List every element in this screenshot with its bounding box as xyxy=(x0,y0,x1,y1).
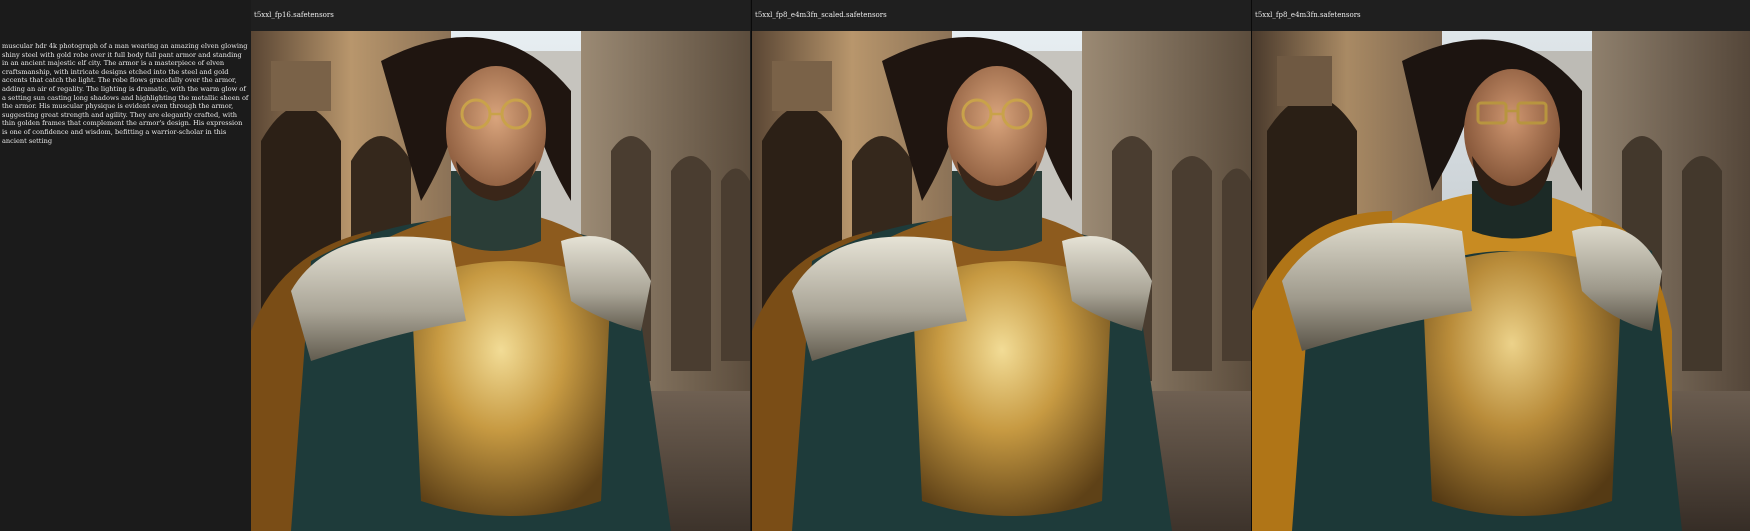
warrior-portrait-image xyxy=(752,31,1251,531)
column-header: t5xxl_fp8_e4m3fn_scaled.safetensors xyxy=(752,0,1251,31)
prompt-panel: muscular hdr 4k photograph of a man wear… xyxy=(0,0,251,531)
generated-image[interactable] xyxy=(1252,31,1750,531)
comparison-grid: muscular hdr 4k photograph of a man wear… xyxy=(0,0,1750,531)
comparison-column-fp16: t5xxl_fp16.safetensors xyxy=(251,0,750,531)
column-header: t5xxl_fp16.safetensors xyxy=(251,0,750,31)
column-title: t5xxl_fp16.safetensors xyxy=(254,11,334,19)
column-header: t5xxl_fp8_e4m3fn.safetensors xyxy=(1252,0,1750,31)
comparison-column-fp8: t5xxl_fp8_e4m3fn.safetensors xyxy=(1251,0,1750,531)
generated-image[interactable] xyxy=(752,31,1251,531)
comparison-column-fp8-scaled: t5xxl_fp8_e4m3fn_scaled.safetensors xyxy=(751,0,1251,531)
warrior-portrait-image xyxy=(251,31,750,531)
generated-image[interactable] xyxy=(251,31,750,531)
column-title: t5xxl_fp8_e4m3fn_scaled.safetensors xyxy=(755,11,887,19)
column-title: t5xxl_fp8_e4m3fn.safetensors xyxy=(1255,11,1361,19)
warrior-portrait-image xyxy=(1252,31,1750,531)
prompt-text: muscular hdr 4k photograph of a man wear… xyxy=(2,42,249,145)
